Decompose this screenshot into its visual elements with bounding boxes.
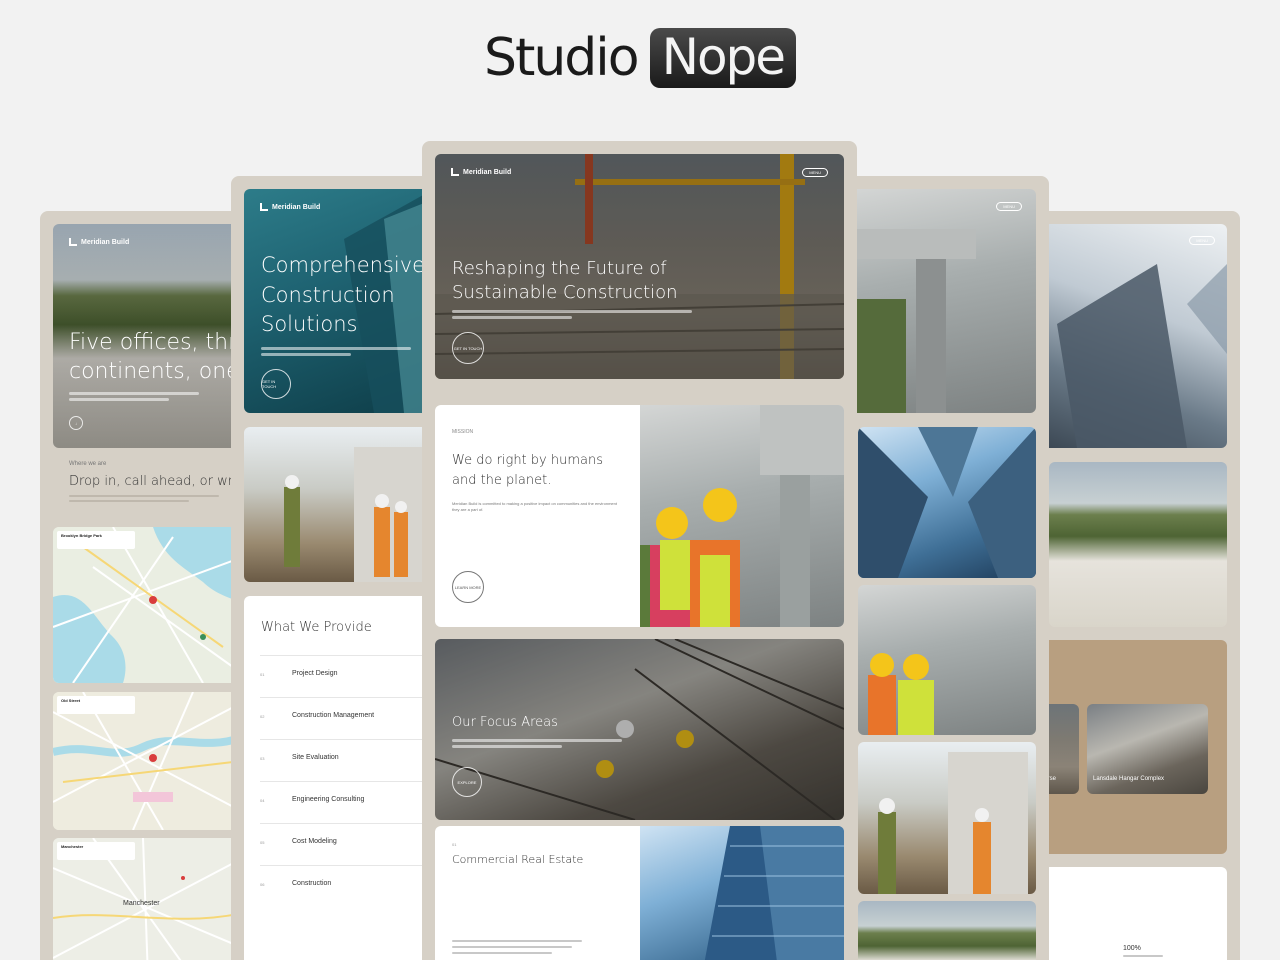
commercial-eyebrow: 01 xyxy=(452,842,457,847)
hero-right2: MENU xyxy=(849,189,1036,413)
commercial-photo xyxy=(640,826,844,960)
service-item[interactable]: 03 Site Evaluation xyxy=(260,739,431,781)
focus-heading: Our Focus Areas xyxy=(452,715,558,730)
photo-engineers-looking xyxy=(858,585,1036,735)
hero-left2: Meridian Build Comprehensive Constructio… xyxy=(244,189,431,413)
map-card-brooklyn[interactable]: Brooklyn Bridge Park xyxy=(53,527,240,683)
photo-hill-2 xyxy=(858,901,1036,960)
brand-logo: Meridian Build xyxy=(451,168,511,176)
mockup-frame-far-left: Meridian Build Five offices, thre contin… xyxy=(40,211,240,960)
tower-graphic xyxy=(704,826,844,960)
focus-areas-card: Our Focus Areas EXPLORE xyxy=(435,639,844,820)
scroll-down-button[interactable]: ↓ xyxy=(69,416,83,430)
logo-word-studio: Studio xyxy=(483,28,640,88)
photo-engineers xyxy=(244,427,431,582)
map-card-old-street[interactable]: Old Street xyxy=(53,692,240,830)
photo-engineers-2 xyxy=(858,742,1036,894)
map-title: Old Street xyxy=(61,698,81,703)
mockup-frame-inner-left: Meridian Build Comprehensive Constructio… xyxy=(231,176,431,960)
brand-logo: Meridian Build xyxy=(69,238,129,246)
mockup-frame-far-right: MENU ourse Lansdale Hangar Complex 100% xyxy=(1040,211,1240,960)
mission-photo xyxy=(640,405,844,627)
brand-logo: Meridian Build xyxy=(260,203,320,211)
commercial-card: 01 Commercial Real Estate xyxy=(435,826,844,960)
hero-left1: Meridian Build Five offices, thre contin… xyxy=(53,224,240,448)
map-graphic xyxy=(53,527,240,683)
visit-eyebrow: Where we are xyxy=(69,461,107,467)
hero-title: Comprehensive Construction Solutions xyxy=(261,253,426,336)
learn-more-button[interactable]: LEARN MORE xyxy=(452,571,484,603)
explore-button[interactable]: EXPLORE xyxy=(452,767,482,797)
workers-graphic xyxy=(640,405,844,627)
stats-card: 100% xyxy=(1040,867,1227,960)
service-item[interactable]: 02 Construction Management xyxy=(260,697,431,739)
workers-graphic xyxy=(868,653,934,735)
mission-heading: We do right by humans and the planet. xyxy=(452,453,603,488)
logo-word-nope: Nope xyxy=(649,28,797,88)
service-item[interactable]: 04 Engineering Consulting xyxy=(260,781,431,823)
workers-graphic xyxy=(878,752,1028,894)
photo-site-hill xyxy=(1049,462,1227,627)
service-item[interactable]: 05 Cost Modeling xyxy=(260,823,431,865)
services-heading: What We Provide xyxy=(261,620,372,635)
photo-skyscrapers xyxy=(858,427,1036,578)
stat-value: 100% xyxy=(1123,945,1141,952)
hero-center: Meridian Build MENU Reshaping the Future… xyxy=(435,154,844,379)
service-item[interactable]: 01 Project Design xyxy=(260,655,431,697)
map-title: Brooklyn Bridge Park xyxy=(61,533,102,538)
skyscrapers-graphic xyxy=(858,427,1036,578)
project-card[interactable]: Lansdale Hangar Complex xyxy=(1087,704,1208,794)
map-card-manchester[interactable]: Manchester Manchester xyxy=(53,838,240,960)
get-in-touch-button[interactable]: GET IN TOUCH xyxy=(261,369,291,399)
mockup-frame-center: Meridian Build MENU Reshaping the Future… xyxy=(422,141,857,960)
workers-graphic xyxy=(284,447,424,582)
concrete-building-graphic xyxy=(849,229,976,413)
hero-right1: MENU xyxy=(1040,224,1227,448)
hero-title: Reshaping the Future of Sustainable Cons… xyxy=(452,258,678,303)
map-city-label: Manchester xyxy=(123,900,160,907)
projects-panel: ourse Lansdale Hangar Complex xyxy=(1040,640,1227,854)
mission-card: MISSION We do right by humans and the pl… xyxy=(435,405,844,627)
commercial-heading: Commercial Real Estate xyxy=(452,853,584,866)
studio-nope-logo: Studio Nope xyxy=(0,28,1280,88)
get-in-touch-button[interactable]: GET IN TOUCH xyxy=(452,332,484,364)
service-item[interactable]: 06 Construction xyxy=(260,865,431,907)
mission-body: Meridian Build is committed to making a … xyxy=(452,501,617,512)
menu-button[interactable]: MENU xyxy=(802,168,828,177)
hero-title: Five offices, thre continents, one xyxy=(69,330,240,384)
map-title: Manchester xyxy=(61,844,84,849)
menu-button[interactable]: MENU xyxy=(1189,236,1215,245)
services-card: What We Provide 01 Project Design 02 Const… xyxy=(244,596,431,960)
menu-button[interactable]: MENU xyxy=(996,202,1022,211)
mockup-frame-inner-right: MENU xyxy=(849,176,1049,960)
mission-eyebrow: MISSION xyxy=(452,429,474,435)
visit-heading: Drop in, call ahead, or write xyxy=(69,474,240,489)
project-label: Lansdale Hangar Complex xyxy=(1093,776,1165,782)
tower-graphic xyxy=(1057,264,1227,448)
